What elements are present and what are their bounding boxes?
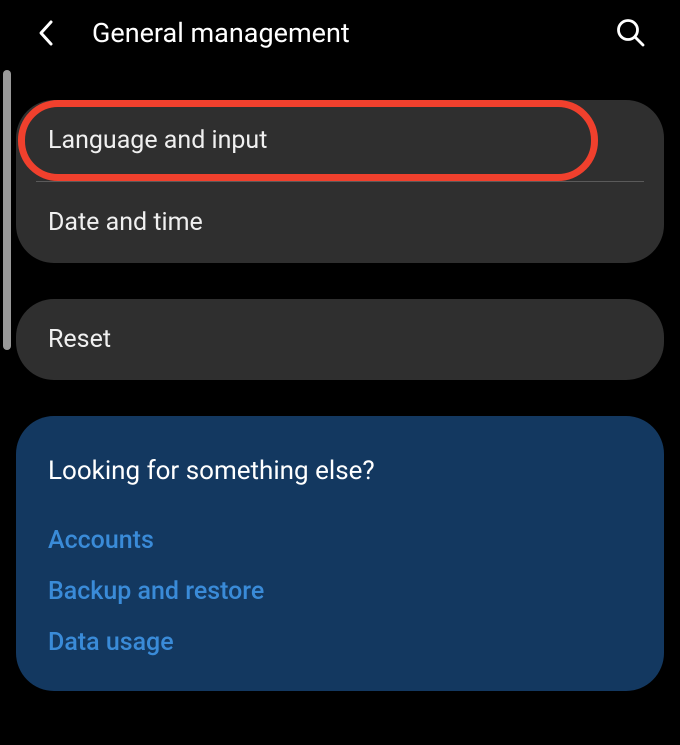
language-and-input-item[interactable]: Language and input [16, 100, 664, 181]
reset-item[interactable]: Reset [16, 299, 664, 380]
content: Language and input Date and time Reset L… [0, 66, 680, 707]
looking-title: Looking for something else? [48, 456, 632, 486]
scroll-indicator [3, 70, 11, 350]
date-and-time-item[interactable]: Date and time [16, 182, 664, 263]
search-icon [616, 18, 646, 48]
list-item-label: Reset [48, 325, 111, 354]
header: General management [0, 0, 680, 66]
search-button[interactable] [610, 12, 652, 54]
chevron-left-icon [34, 18, 58, 48]
header-left: General management [28, 12, 350, 54]
list-item-label: Language and input [48, 126, 267, 155]
settings-group-2: Reset [16, 299, 664, 380]
data-usage-link[interactable]: Data usage [48, 628, 632, 657]
looking-for-card: Looking for something else? Accounts Bac… [16, 416, 664, 691]
list-item-label: Date and time [48, 208, 203, 237]
backup-and-restore-link[interactable]: Backup and restore [48, 577, 632, 606]
back-button[interactable] [28, 12, 64, 54]
page-title: General management [92, 17, 350, 49]
accounts-link[interactable]: Accounts [48, 526, 632, 555]
link-label: Data usage [48, 628, 174, 657]
link-label: Accounts [48, 526, 154, 555]
link-label: Backup and restore [48, 577, 264, 606]
settings-group-1: Language and input Date and time [16, 100, 664, 263]
